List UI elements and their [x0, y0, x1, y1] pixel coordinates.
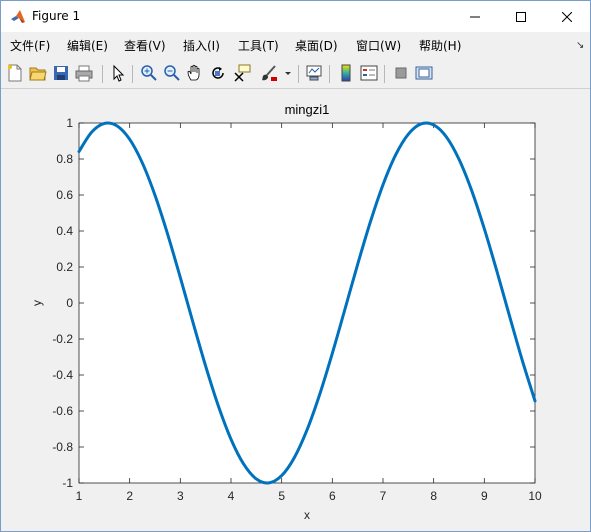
x-tick-label: 5: [278, 489, 285, 503]
menu-help[interactable]: 帮助(H): [419, 37, 461, 54]
y-axis-label: y: [30, 300, 44, 306]
zoom-in-icon[interactable]: [140, 64, 158, 82]
open-file-icon[interactable]: [29, 64, 47, 82]
toolbar-separator: [132, 65, 133, 83]
x-tick-label: 6: [329, 489, 336, 503]
insert-colorbar-icon[interactable]: [337, 64, 355, 82]
menu-window[interactable]: 窗口(W): [356, 37, 401, 54]
x-tick-label: 4: [228, 489, 235, 503]
y-tick-label: 0.4: [56, 224, 73, 238]
x-axis-label: x: [304, 508, 310, 522]
matlab-icon: [10, 9, 26, 25]
close-icon: [562, 11, 572, 22]
pointer-icon[interactable]: [109, 64, 127, 82]
y-tick-label: -0.6: [52, 404, 73, 418]
close-button[interactable]: [544, 1, 590, 32]
pan-icon[interactable]: [186, 64, 204, 82]
x-tick-label: 10: [528, 489, 542, 503]
hide-plot-tools-icon[interactable]: [392, 64, 410, 82]
insert-legend-icon[interactable]: [360, 64, 378, 82]
minimize-button[interactable]: [452, 1, 498, 32]
y-tick-label: 0.2: [56, 260, 73, 274]
link-plot-icon[interactable]: [305, 64, 323, 82]
menu-insert[interactable]: 插入(I): [183, 37, 220, 54]
maximize-icon: [516, 11, 526, 22]
y-tick-label: -0.2: [52, 332, 73, 346]
new-figure-icon[interactable]: [6, 64, 24, 82]
menu-file[interactable]: 文件(F): [10, 37, 50, 54]
toolbar-separator: [329, 65, 330, 83]
maximize-button[interactable]: [498, 1, 544, 32]
y-tick-label: 1: [66, 116, 73, 130]
title-bar[interactable]: Figure 1: [1, 1, 590, 32]
x-tick-label: 2: [126, 489, 133, 503]
menu-desktop[interactable]: 桌面(D): [295, 37, 338, 54]
brush-dropdown-icon[interactable]: [283, 64, 293, 82]
print-icon[interactable]: [75, 64, 93, 82]
menu-view[interactable]: 查看(V): [124, 37, 166, 54]
save-icon[interactable]: [52, 64, 70, 82]
y-tick-label: -0.8: [52, 440, 73, 454]
window-title: Figure 1: [32, 9, 81, 23]
menu-overflow-icon[interactable]: ↘: [576, 40, 584, 51]
brush-icon[interactable]: [260, 64, 278, 82]
chart-title: mingzi1: [285, 102, 330, 117]
figure-canvas: 1 2 3 4 5 6 7 8 9 10 -1 -0.8 -0.6 -0.4 -0.2 0 0.2 0.4 0.6 0…: [1, 89, 590, 531]
y-tick-label: 0.8: [56, 152, 73, 166]
x-tick-label: 8: [430, 489, 437, 503]
data-cursor-icon[interactable]: [233, 64, 251, 82]
y-tick-label: -0.4: [52, 368, 73, 382]
figure-toolbar: [1, 60, 590, 89]
minimize-icon: [470, 12, 480, 22]
toolbar-separator: [298, 65, 299, 83]
menu-bar: 文件(F) 编辑(E) 查看(V) 插入(I) 工具(T) 桌面(D) 窗口(W…: [1, 34, 590, 56]
show-plot-tools-icon[interactable]: [415, 64, 433, 82]
zoom-out-icon[interactable]: [163, 64, 181, 82]
y-tick-label: -1: [62, 476, 73, 490]
y-tick-label: 0: [66, 296, 73, 310]
menu-edit[interactable]: 编辑(E): [67, 37, 108, 54]
rotate-3d-icon[interactable]: [209, 64, 227, 82]
toolbar-separator: [102, 65, 103, 83]
x-tick-label: 1: [76, 489, 83, 503]
menu-tools[interactable]: 工具(T): [238, 37, 279, 54]
toolbar-separator: [384, 65, 385, 83]
plot-svg: 1 2 3 4 5 6 7 8 9 10 -1 -0.8 -0.6 -0.4 -0.2 0 0.2 0.4 0.6 0…: [30, 102, 542, 522]
figure-window: Figure 1 文件(F) 编辑(E) 查看(V) 插入(I) 工具(T) 桌…: [0, 0, 591, 532]
x-tick-label: 9: [481, 489, 488, 503]
x-tick-label: 3: [177, 489, 184, 503]
y-tick-label: 0.6: [56, 188, 73, 202]
x-tick-label: 7: [380, 489, 387, 503]
